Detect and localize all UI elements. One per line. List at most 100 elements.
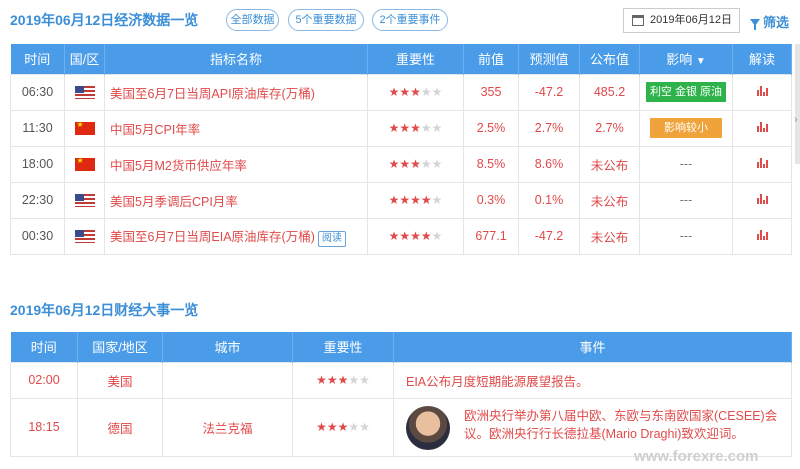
col-header-actual: 公布值 <box>579 44 640 74</box>
date-picker[interactable]: 2019年06月12日 <box>623 8 740 33</box>
event-country: 美国 <box>77 361 163 399</box>
filter-important-events-button[interactable]: 2个重要事件 <box>372 9 448 31</box>
country-cell <box>64 145 105 183</box>
col-header-previous: 前值 <box>463 44 519 74</box>
country-cell <box>64 181 105 219</box>
indicator-name-link[interactable]: 美国至6月7日当周EIA原油库存(万桶) <box>110 230 315 244</box>
us-flag-icon <box>74 194 95 208</box>
importance-rating: ★★★★★ <box>367 145 464 183</box>
scrollbar[interactable] <box>795 44 800 164</box>
col-header-country: 国/区 <box>64 44 105 74</box>
indicator-name-link[interactable]: 中国5月CPI年率 <box>104 109 368 147</box>
cn-flag-icon <box>74 120 95 136</box>
analysis-cell[interactable] <box>732 145 792 183</box>
indicator-name-cell: 美国至6月7日当周EIA原油库存(万桶) 阅读 <box>104 217 368 255</box>
read-button[interactable]: 阅读 <box>317 230 346 247</box>
actual-value: 未公布 <box>579 145 640 183</box>
actual-value: 未公布 <box>579 181 640 219</box>
importance-rating: ★★★★★ <box>367 217 464 255</box>
col-header-city: 城市 <box>162 332 293 362</box>
bar-chart-icon[interactable] <box>756 194 768 204</box>
previous-value: 355 <box>463 73 519 111</box>
actual-value: 485.2 <box>579 73 640 111</box>
impact-cell: --- <box>639 217 733 255</box>
analysis-cell[interactable] <box>732 109 792 147</box>
country-cell <box>64 109 105 147</box>
impact-cell: 利空 金银 原油 <box>639 73 733 111</box>
col-header-importance: 重要性 <box>292 332 394 362</box>
col-header-importance: 重要性 <box>367 44 464 74</box>
date-value: 2019年06月12日 <box>650 14 732 26</box>
forecast-value: 0.1% <box>518 181 580 219</box>
cn-flag-icon <box>74 156 95 172</box>
table-row[interactable]: 00:30 美国至6月7日当周EIA原油库存(万桶) 阅读 ★★★★★ 677.1… <box>10 217 792 255</box>
importance-rating: ★★★★★ <box>292 361 394 399</box>
forecast-value: 2.7% <box>518 109 580 147</box>
table-header-row: 时间 国家/地区 城市 重要性 事件 <box>10 332 792 362</box>
bar-chart-icon[interactable] <box>756 158 768 168</box>
table-row[interactable]: 22:30 美国5月季调后CPI月率 ★★★★★ 0.3% 0.1% 未公布 -… <box>10 181 792 219</box>
impact-header-label: 影响 <box>666 52 693 68</box>
importance-rating: ★★★★★ <box>367 109 464 147</box>
speaker-avatar <box>406 406 450 450</box>
impact-cell: --- <box>639 181 733 219</box>
event-description: EIA公布月度短期能源展望报告。 <box>393 361 792 399</box>
col-header-time: 时间 <box>10 332 78 362</box>
table-header-row: 时间 国/区 指标名称 重要性 前值 预测值 公布值 影响 ▼ 解读 <box>10 44 792 74</box>
header-bar: 2019年06月12日经济数据一览 全部数据 5个重要数据 2个重要事件 201… <box>0 0 800 40</box>
event-city <box>162 361 293 399</box>
col-header-country: 国家/地区 <box>77 332 163 362</box>
filter-important-data-button[interactable]: 5个重要数据 <box>288 9 364 31</box>
col-header-impact[interactable]: 影响 ▼ <box>639 44 733 74</box>
analysis-cell[interactable] <box>732 181 792 219</box>
event-time: 18:15 <box>10 397 78 457</box>
table-row[interactable]: 18:00 中国5月M2货币供应年率 ★★★★★ 8.5% 8.6% 未公布 -… <box>10 145 792 183</box>
analysis-cell[interactable] <box>732 217 792 255</box>
table-row[interactable]: 06:30 美国至6月7日当周API原油库存(万桶) ★★★★★ 355 -47… <box>10 73 792 111</box>
importance-rating: ★★★★★ <box>292 397 394 457</box>
forecast-value: -47.2 <box>518 217 580 255</box>
col-header-event: 事件 <box>393 332 792 362</box>
watermark: www.forexre.com <box>634 448 759 465</box>
event-country: 德国 <box>77 397 163 457</box>
bar-chart-icon[interactable] <box>756 86 768 96</box>
us-flag-icon <box>74 230 95 244</box>
funnel-icon <box>750 19 760 30</box>
row-time: 00:30 <box>10 217 65 255</box>
events-section-title: 2019年06月12日财经大事一览 <box>10 302 199 318</box>
calendar-icon <box>632 15 644 26</box>
previous-value: 0.3% <box>463 181 519 219</box>
row-time: 11:30 <box>10 109 65 147</box>
event-time: 02:00 <box>10 361 78 399</box>
bar-chart-icon[interactable] <box>756 122 768 132</box>
actual-value: 未公布 <box>579 217 640 255</box>
impact-cell: 影响较小 <box>639 109 733 147</box>
country-cell <box>64 73 105 111</box>
previous-value: 8.5% <box>463 145 519 183</box>
forecast-value: -47.2 <box>518 73 580 111</box>
row-time: 06:30 <box>10 73 65 111</box>
filter-label: 筛选 <box>763 15 790 30</box>
filter-button[interactable]: 筛选 <box>750 12 789 31</box>
chevron-right-icon[interactable]: › <box>794 114 798 126</box>
row-time: 22:30 <box>10 181 65 219</box>
table-row[interactable]: 11:30 中国5月CPI年率 ★★★★★ 2.5% 2.7% 2.7% 影响较… <box>10 109 792 147</box>
forecast-value: 8.6% <box>518 145 580 183</box>
bar-chart-icon[interactable] <box>756 230 768 240</box>
indicator-name-link[interactable]: 美国至6月7日当周API原油库存(万桶) <box>104 73 368 111</box>
previous-value: 2.5% <box>463 109 519 147</box>
col-header-time: 时间 <box>10 44 65 74</box>
impact-cell: --- <box>639 145 733 183</box>
table-row: 02:00 美国 ★★★★★ EIA公布月度短期能源展望报告。 <box>10 361 792 399</box>
col-header-forecast: 预测值 <box>518 44 580 74</box>
event-description: 欧洲央行举办第八届中欧、东欧与东南欧国家(CESEE)会议。欧洲央行行长德拉基(… <box>464 409 778 441</box>
impact-badge: 影响较小 <box>650 118 722 138</box>
us-flag-icon <box>74 86 95 100</box>
filter-all-data-button[interactable]: 全部数据 <box>226 9 279 31</box>
country-cell <box>64 217 105 255</box>
row-time: 18:00 <box>10 145 65 183</box>
indicator-name-link[interactable]: 美国5月季调后CPI月率 <box>104 181 368 219</box>
importance-rating: ★★★★★ <box>367 73 464 111</box>
analysis-cell[interactable] <box>732 73 792 111</box>
indicator-name-link[interactable]: 中国5月M2货币供应年率 <box>104 145 368 183</box>
